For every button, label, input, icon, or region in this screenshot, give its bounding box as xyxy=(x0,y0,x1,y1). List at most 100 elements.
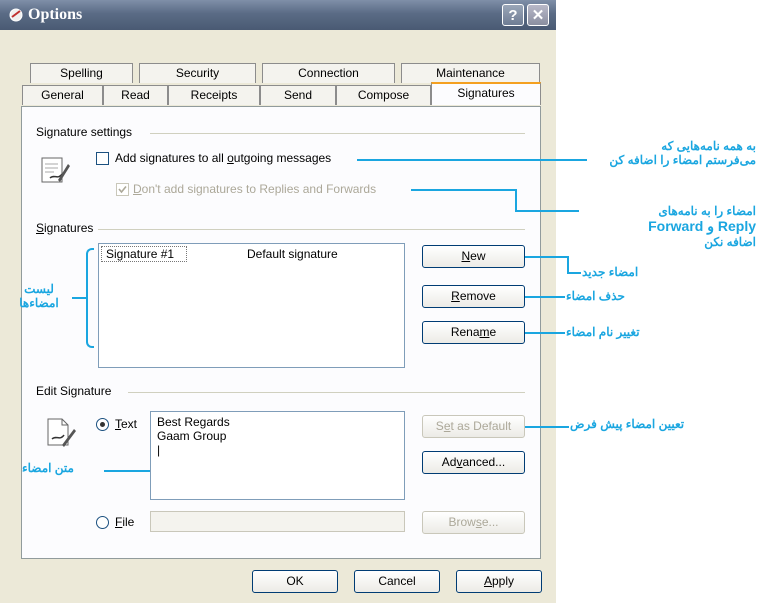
tab-read[interactable]: Read xyxy=(103,85,168,105)
tab-spelling[interactable]: Spelling xyxy=(30,63,133,83)
browse-button-pre: Brow xyxy=(448,515,476,529)
close-icon: ✕ xyxy=(531,7,545,24)
annotation-remove: حذف امضاء xyxy=(566,289,625,303)
set-as-default-button[interactable]: Set as Default xyxy=(422,415,525,438)
annotation-bracket xyxy=(86,248,94,348)
annotation-dont-add: امضاء را به نامه‌های Reply و Forward اضا… xyxy=(580,204,756,249)
file-path-field[interactable] xyxy=(150,511,405,532)
annotation-connector xyxy=(567,272,581,274)
signature-text-line: Best Regards xyxy=(157,415,230,429)
tab-security[interactable]: Security xyxy=(139,63,256,83)
annotation-connector xyxy=(525,332,565,334)
browse-button-post: e... xyxy=(481,515,499,529)
list-item-name[interactable]: Signature #1 xyxy=(106,247,174,261)
tab-signatures[interactable]: Signatures xyxy=(431,82,541,105)
annotation-line: اضافه نکن xyxy=(704,235,756,249)
rename-button-key: m xyxy=(479,325,490,339)
annotation-line: می‌فرستم امضاء را اضافه کن xyxy=(609,153,756,167)
options-dialog: Options ? ✕ Spelling Security Connection… xyxy=(0,0,556,603)
annotation-connector xyxy=(357,159,587,161)
annotation-connector xyxy=(525,296,565,298)
annotation-set-default: تعیین امضاء پیش فرض xyxy=(570,417,685,431)
text-cursor: | xyxy=(157,443,161,457)
rename-button-post: e xyxy=(489,325,497,339)
list-item-note[interactable]: Default signature xyxy=(247,247,338,261)
file-radio[interactable] xyxy=(96,516,109,529)
tab-general[interactable]: General xyxy=(22,85,103,105)
tab-maintenance[interactable]: Maintenance xyxy=(401,63,540,83)
rename-button-pre: Rena xyxy=(450,325,480,339)
signatures-list[interactable]: Signature #1 Default signature xyxy=(98,243,405,368)
options-window-icon xyxy=(9,8,23,22)
new-button[interactable]: New xyxy=(422,245,525,268)
signatures-heading-rest: ignatures xyxy=(44,221,94,235)
add-to-all-label-post: utgoing messages xyxy=(233,151,332,165)
text-radio[interactable] xyxy=(96,418,109,431)
checkmark-icon xyxy=(118,185,127,194)
annotation-add-all: به همه نامه‌هایی که می‌فرستم امضاء را اض… xyxy=(560,139,756,167)
set-as-default-button-post: t as Default xyxy=(450,419,512,433)
tab-send[interactable]: Send xyxy=(260,85,336,105)
remove-button[interactable]: Remove xyxy=(422,285,525,308)
annotation-connector xyxy=(525,256,569,258)
annotation-line: به همه نامه‌هایی که xyxy=(661,139,756,153)
set-as-default-button-pre: S xyxy=(435,419,444,433)
title-bar[interactable]: Options ? ✕ xyxy=(0,0,556,30)
advanced-button-pre: Ad xyxy=(441,455,457,469)
file-radio-label: File xyxy=(115,515,134,529)
signature-text-line: Gaam Group xyxy=(157,429,227,443)
text-radio-label: Text xyxy=(115,417,137,431)
apply-button-rest: pply xyxy=(492,574,515,588)
add-to-all-checkbox[interactable] xyxy=(96,152,109,165)
dont-add-replies-label-post: on't add signatures to Replies and Forwa… xyxy=(141,182,377,196)
ok-button[interactable]: OK xyxy=(252,570,338,593)
browse-button[interactable]: Browse... xyxy=(422,511,525,534)
cancel-button[interactable]: Cancel xyxy=(354,570,440,593)
tab-connection[interactable]: Connection xyxy=(262,63,395,83)
divider xyxy=(128,392,525,393)
help-button[interactable]: ? xyxy=(502,4,524,26)
remove-button-key: R xyxy=(451,289,460,303)
window-title: Options xyxy=(28,6,83,23)
tab-compose[interactable]: Compose xyxy=(336,85,431,105)
apply-button[interactable]: Apply xyxy=(456,570,542,593)
signatures-heading-key: S xyxy=(36,221,45,235)
add-to-all-label-pre: Add signatures to all xyxy=(115,151,228,165)
advanced-button-post: anced... xyxy=(462,455,506,469)
add-to-all-label: Add signatures to all outgoing messages xyxy=(115,151,331,165)
file-radio-label-rest: ile xyxy=(122,515,135,529)
text-radio-label-rest: ext xyxy=(121,417,138,431)
apply-button-key: A xyxy=(483,574,492,588)
annotation-connector xyxy=(515,210,579,212)
set-as-default-button-key: e xyxy=(443,419,451,433)
rename-button[interactable]: Rename xyxy=(422,321,525,344)
annotation-rename: تغییر نام امضاء xyxy=(566,325,640,339)
edit-signature-icon xyxy=(47,418,76,447)
remove-button-rest: emove xyxy=(459,289,496,303)
divider xyxy=(98,229,525,230)
edit-signature-heading: Edit Signature xyxy=(36,384,116,398)
annotation-new: امضاء جدید xyxy=(582,265,639,279)
annotation-connector xyxy=(411,189,516,191)
annotation-connector xyxy=(515,189,517,212)
advanced-button[interactable]: Advanced... xyxy=(422,451,525,474)
divider xyxy=(150,133,525,134)
signatures-heading: Signatures xyxy=(36,221,98,235)
add-to-all-label-key: o xyxy=(227,151,234,165)
signature-text-area[interactable]: Best Regards Gaam Group | xyxy=(150,411,405,500)
annotation-line: امضاء را به نامه‌های xyxy=(658,204,756,218)
dont-add-replies-checkbox[interactable] xyxy=(116,183,129,196)
new-button-key: N xyxy=(461,249,471,263)
annotation-line: امضاءها xyxy=(19,296,59,310)
annotation-line: Reply و Forward xyxy=(648,218,756,234)
signature-settings-heading: Signature settings xyxy=(36,125,137,139)
tab-receipts[interactable]: Receipts xyxy=(168,85,260,105)
close-button[interactable]: ✕ xyxy=(527,4,549,26)
new-button-rest: ew xyxy=(470,249,486,263)
annotation-text: متن امضاء xyxy=(22,461,74,475)
dont-add-replies-label: Don't add signatures to Replies and Forw… xyxy=(133,182,376,196)
radio-dot xyxy=(100,422,105,427)
annotation-list: لیست امضاءها xyxy=(6,282,72,310)
annotation-line: لیست xyxy=(24,282,54,296)
annotation-connector xyxy=(525,426,569,428)
